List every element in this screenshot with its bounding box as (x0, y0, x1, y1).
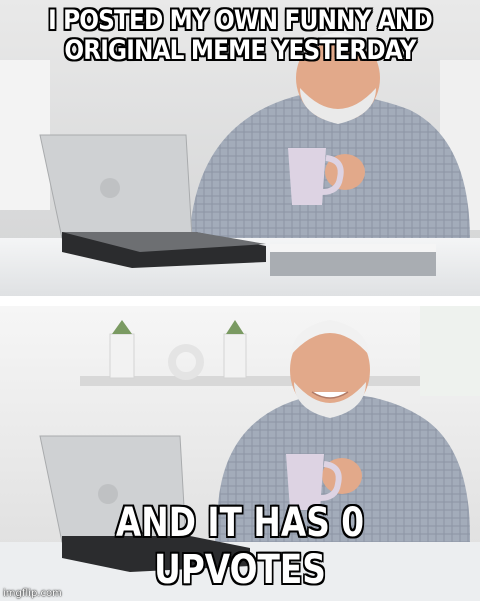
window-right (420, 306, 480, 396)
top-caption: I POSTED MY OWN FUNNY AND ORIGINAL MEME … (48, 5, 433, 66)
top-panel: I POSTED MY OWN FUNNY AND ORIGINAL MEME … (0, 0, 480, 296)
imgflip-watermark: imgflip.com (3, 588, 62, 599)
notebook (270, 248, 436, 276)
panel-divider (0, 296, 480, 306)
bottom-caption: AND IT HAS 0 UPVOTES (115, 500, 365, 594)
notebook-top (270, 244, 436, 252)
meme-image: I POSTED MY OWN FUNNY AND ORIGINAL MEME … (0, 0, 480, 601)
planter-right (223, 333, 247, 379)
planter-left (109, 333, 135, 379)
laptop-logo (100, 178, 120, 198)
mug (288, 148, 326, 205)
